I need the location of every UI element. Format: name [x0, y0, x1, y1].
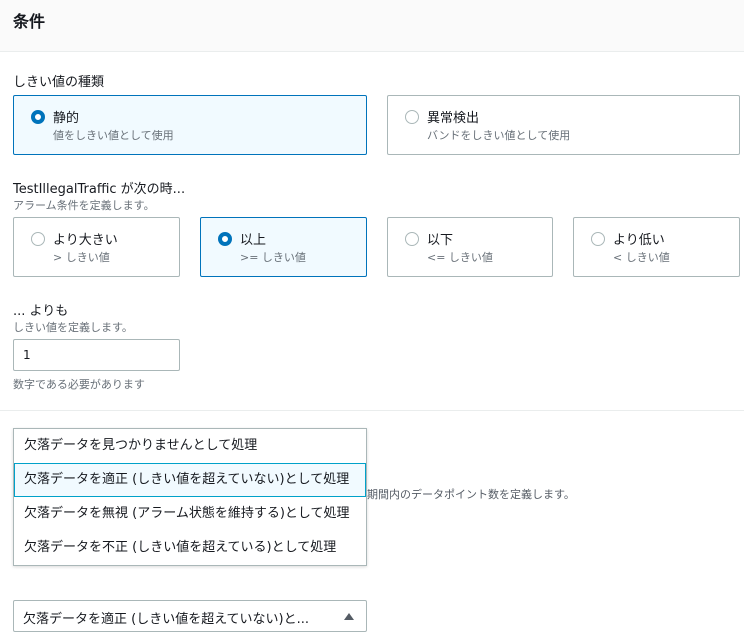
datapoints-desc-partial: n期間内のデータポイント数を定義します。	[360, 488, 575, 501]
condition-less-tile[interactable]: より低い < しきい値	[573, 217, 740, 277]
threshold-type-anomaly-desc: バンドをしきい値として使用	[427, 129, 571, 142]
threshold-type-static-tile[interactable]: 静的 値をしきい値として使用	[13, 95, 367, 155]
radio-unselected-icon[interactable]	[405, 232, 419, 246]
threshold-type-static-desc: 値をしきい値として使用	[53, 129, 174, 142]
threshold-type-static-label: 静的	[53, 111, 80, 126]
threshold-value-desc: しきい値を定義します。	[13, 321, 133, 334]
condition-greater-equal-desc: >= しきい値	[240, 251, 306, 264]
condition-less-equal-label: 以下	[427, 233, 454, 248]
condition-greater-desc: > しきい値	[53, 251, 110, 264]
condition-greater-tile[interactable]: より大きい > しきい値	[13, 217, 180, 277]
missing-data-option-missing[interactable]: 欠落データを見つかりませんとして処理	[14, 429, 366, 463]
condition-label: TestIllegalTraffic が次の時...	[13, 182, 186, 197]
threshold-value-label: ... よりも	[13, 304, 69, 319]
condition-greater-equal-tile[interactable]: 以上 >= しきい値	[200, 217, 367, 277]
condition-less-desc: < しきい値	[613, 251, 670, 264]
radio-selected-icon[interactable]	[31, 110, 45, 124]
condition-less-equal-tile[interactable]: 以下 <= しきい値	[387, 217, 553, 277]
condition-greater-equal-label: 以上	[240, 233, 267, 248]
radio-unselected-icon[interactable]	[31, 232, 45, 246]
missing-data-option-good[interactable]: 欠落データを適正 (しきい値を超えていない)として処理	[14, 463, 366, 497]
radio-unselected-icon[interactable]	[591, 232, 605, 246]
threshold-type-label: しきい値の種類	[13, 75, 105, 90]
condition-less-label: より低い	[613, 233, 665, 248]
missing-data-select[interactable]: 欠落データを適正 (しきい値を超えていない)と...	[13, 600, 367, 632]
threshold-value-input[interactable]	[13, 339, 180, 371]
threshold-type-anomaly-tile[interactable]: 異常検出 バンドをしきい値として使用	[387, 95, 740, 155]
section-divider	[0, 410, 744, 411]
condition-greater-label: より大きい	[53, 233, 118, 248]
section-title: 条件	[13, 12, 46, 31]
radio-selected-icon[interactable]	[218, 232, 232, 246]
section-header: 条件	[0, 0, 744, 52]
condition-desc: アラーム条件を定義します。	[13, 199, 155, 212]
missing-data-select-value: 欠落データを適正 (しきい値を超えていない)と...	[23, 612, 310, 627]
caret-up-icon[interactable]	[344, 613, 354, 620]
radio-unselected-icon[interactable]	[405, 110, 419, 124]
missing-data-dropdown-list: 欠落データを見つかりませんとして処理 欠落データを適正 (しきい値を超えていない…	[13, 428, 367, 566]
threshold-type-anomaly-label: 異常検出	[427, 111, 480, 126]
threshold-value-hint: 数字である必要があります	[13, 378, 145, 391]
condition-less-equal-desc: <= しきい値	[427, 251, 493, 264]
missing-data-option-bad[interactable]: 欠落データを不正 (しきい値を超えている)として処理	[14, 531, 366, 565]
missing-data-option-ignore[interactable]: 欠落データを無視 (アラーム状態を維持する)として処理	[14, 497, 366, 531]
